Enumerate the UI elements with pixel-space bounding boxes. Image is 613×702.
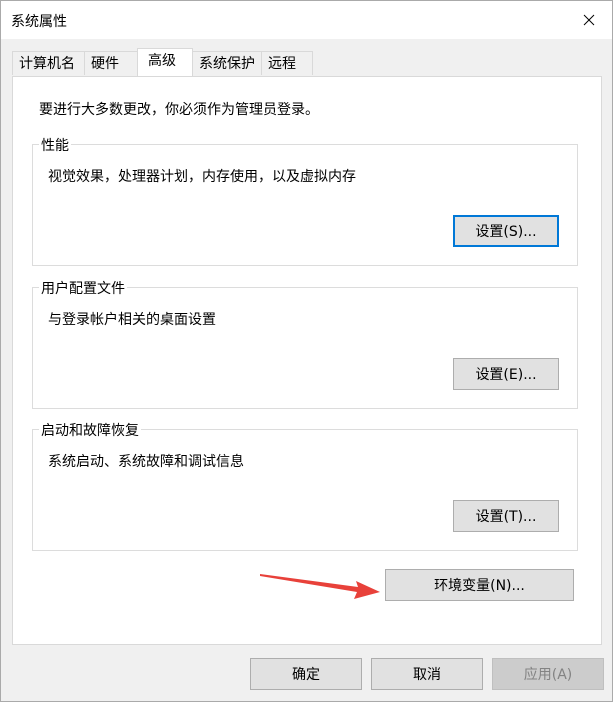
user-profiles-description: 与登录帐户相关的桌面设置	[48, 312, 216, 328]
environment-variables-button[interactable]: 环境变量(N)...	[385, 569, 574, 601]
system-properties-window: 系统属性 计算机名 硬件 高级 系统保护 远程 要进行大多数更改，你必须作为管理…	[0, 0, 613, 702]
startup-recovery-settings-button[interactable]: 设置(T)...	[453, 500, 559, 532]
performance-description: 视觉效果，处理器计划，内存使用，以及虚拟内存	[48, 169, 356, 185]
ok-button[interactable]: 确定	[250, 658, 362, 690]
advanced-tab-panel: 要进行大多数更改，你必须作为管理员登录。 性能 视觉效果，处理器计划，内存使用，…	[12, 76, 602, 645]
performance-group-title: 性能	[39, 135, 71, 155]
admin-note: 要进行大多数更改，你必须作为管理员登录。	[39, 102, 319, 118]
user-profiles-group: 用户配置文件 与登录帐户相关的桌面设置 设置(E)...	[32, 278, 578, 409]
cancel-button[interactable]: 取消	[371, 658, 483, 690]
tab-hardware[interactable]: 硬件	[84, 51, 138, 75]
apply-button[interactable]: 应用(A)	[492, 658, 604, 690]
performance-group: 性能 视觉效果，处理器计划，内存使用，以及虚拟内存 设置(S)...	[32, 135, 578, 266]
tab-remote[interactable]: 远程	[261, 51, 313, 75]
title-bar: 系统属性	[1, 1, 612, 39]
performance-settings-button[interactable]: 设置(S)...	[453, 215, 559, 247]
window-title: 系统属性	[11, 14, 67, 30]
tab-advanced[interactable]: 高级	[137, 48, 193, 76]
tab-system-protection[interactable]: 系统保护	[192, 51, 262, 75]
close-button[interactable]	[566, 1, 612, 39]
close-icon	[583, 14, 595, 26]
startup-recovery-description: 系统启动、系统故障和调试信息	[48, 454, 244, 470]
tab-computer-name[interactable]: 计算机名	[12, 51, 85, 75]
user-profiles-group-title: 用户配置文件	[39, 278, 127, 298]
startup-recovery-group-title: 启动和故障恢复	[39, 420, 141, 440]
tab-strip: 计算机名 硬件 高级 系统保护 远程	[12, 48, 313, 76]
user-profiles-settings-button[interactable]: 设置(E)...	[453, 358, 559, 390]
startup-recovery-group: 启动和故障恢复 系统启动、系统故障和调试信息 设置(T)...	[32, 420, 578, 551]
